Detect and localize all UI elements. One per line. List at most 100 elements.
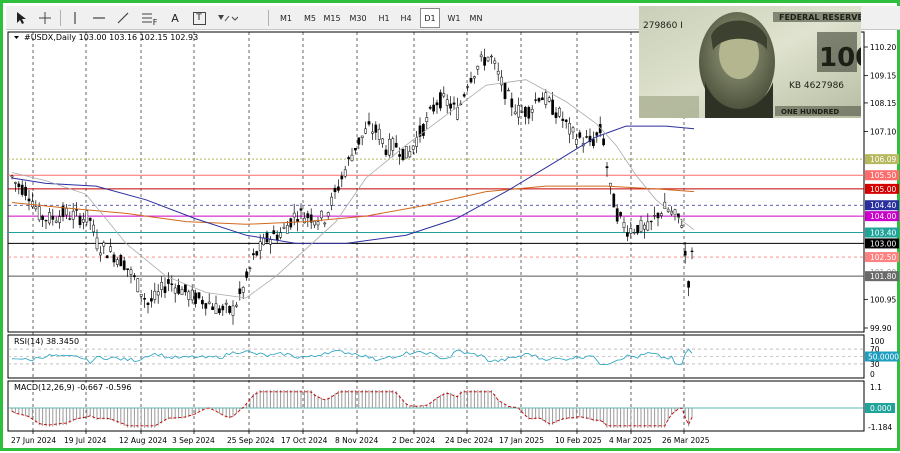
candle-body	[286, 225, 289, 234]
candle-body	[292, 212, 296, 218]
crosshair-icon[interactable]	[36, 8, 54, 28]
candle-body	[364, 128, 367, 134]
label-icon[interactable]: T	[190, 8, 208, 28]
candle-body	[146, 302, 150, 305]
candle-body	[388, 138, 391, 156]
candle-body	[534, 99, 537, 101]
candle-body	[112, 254, 116, 263]
vertical-line-icon[interactable]	[66, 8, 84, 28]
timeframe-h1[interactable]: H1	[374, 8, 394, 28]
timeframe-mn[interactable]: MN	[466, 8, 486, 28]
candle-body	[20, 184, 24, 195]
price-tag-label: 104.00	[870, 212, 896, 221]
candle-body	[303, 217, 306, 224]
candle-body	[660, 213, 663, 216]
date-axis-label: 19 Jul 2024	[64, 436, 107, 445]
candle-body	[510, 98, 514, 108]
date-axis-label: 25 Sep 2024	[227, 436, 275, 445]
candle-body	[44, 219, 48, 222]
cursor-icon[interactable]	[12, 8, 30, 28]
text-tool-label: A	[171, 11, 179, 25]
candle-body	[133, 275, 136, 278]
candle-body	[343, 169, 347, 177]
horizontal-line-icon[interactable]	[90, 8, 108, 28]
candle-body	[391, 138, 395, 151]
candle-body	[432, 104, 435, 112]
timeframe-d1[interactable]: D1	[420, 8, 440, 28]
timeframe-m15[interactable]: M15	[322, 8, 342, 28]
trendline-icon[interactable]	[114, 8, 132, 28]
candle-body	[17, 183, 21, 188]
candle-body	[197, 292, 201, 299]
fibonacci-label: F	[152, 17, 158, 27]
main-chart-title: #USDX,Daily 103.00 103.16 102.15 102.93	[24, 33, 198, 42]
macd-axis-label: 1.1	[870, 383, 882, 392]
candle-body	[449, 103, 452, 109]
candle-body	[357, 137, 361, 145]
candle-body	[116, 259, 119, 265]
chart-collapse-icon	[14, 36, 19, 39]
text-icon[interactable]: A	[166, 8, 184, 28]
candle-body	[513, 111, 517, 115]
candle-body	[541, 97, 544, 101]
timeframe-h4[interactable]: H4	[396, 8, 416, 28]
banknote-number: 100	[819, 43, 861, 73]
date-axis-label: 17 Oct 2024	[281, 436, 328, 445]
candle-body	[51, 215, 55, 220]
price-axis-label: 110.20	[870, 43, 896, 52]
candle-body	[122, 260, 126, 270]
candle-body	[82, 219, 85, 223]
timeframe-w1[interactable]: W1	[444, 8, 464, 28]
candle-body	[48, 212, 51, 224]
candle-body	[316, 221, 320, 226]
candle-body	[394, 142, 398, 148]
candle-body	[632, 231, 636, 234]
candle-body	[520, 111, 524, 113]
banknote-header: FEDERAL RESERVE NOTE	[779, 13, 861, 22]
price-tag-label: 102.50	[870, 253, 896, 262]
date-axis-label: 3 Sep 2024	[172, 436, 215, 445]
candle-body	[27, 198, 31, 202]
candle-body	[575, 139, 578, 145]
candle-body	[500, 76, 503, 86]
macd-axis-label: -1.184	[868, 423, 892, 432]
candle-body	[71, 210, 75, 220]
candle-body	[612, 193, 616, 208]
timeframe-m1[interactable]: M1	[276, 8, 296, 28]
candle-body	[224, 302, 228, 305]
candle-body	[602, 138, 605, 146]
shapes-icon[interactable]	[214, 8, 240, 28]
rsi-axis-label: 30	[870, 360, 880, 369]
candle-body	[643, 224, 646, 230]
timeframe-m5[interactable]: M5	[300, 8, 320, 28]
candle-body	[326, 212, 330, 217]
candle-body	[337, 186, 340, 191]
candle-body	[408, 151, 412, 158]
candle-body	[524, 106, 527, 117]
candle-body	[105, 255, 109, 259]
timeframe-m30[interactable]: M30	[348, 8, 368, 28]
candle-body	[435, 102, 439, 106]
candle-body	[320, 210, 323, 219]
candle-body	[564, 119, 568, 122]
candle-body	[218, 308, 221, 314]
candle-body	[622, 222, 626, 229]
candle-body	[173, 287, 177, 294]
candle-body	[486, 56, 490, 62]
fibonacci-icon[interactable]: F	[138, 8, 160, 28]
candle-body	[653, 215, 656, 217]
candle-body	[636, 224, 639, 234]
candle-body	[473, 76, 476, 79]
banknote-denomination-words: ONE HUNDRED	[781, 108, 839, 116]
candle-body	[41, 215, 44, 220]
candle-body	[85, 210, 89, 223]
candle-body	[462, 94, 466, 97]
candle-body	[551, 99, 554, 115]
candle-body	[177, 284, 180, 294]
candle-body	[275, 234, 279, 241]
candle-body	[452, 102, 456, 105]
candle-body	[547, 97, 551, 102]
candle-body	[595, 132, 599, 136]
candle-body	[78, 215, 82, 225]
price-axis-label: 99.90	[870, 324, 892, 333]
